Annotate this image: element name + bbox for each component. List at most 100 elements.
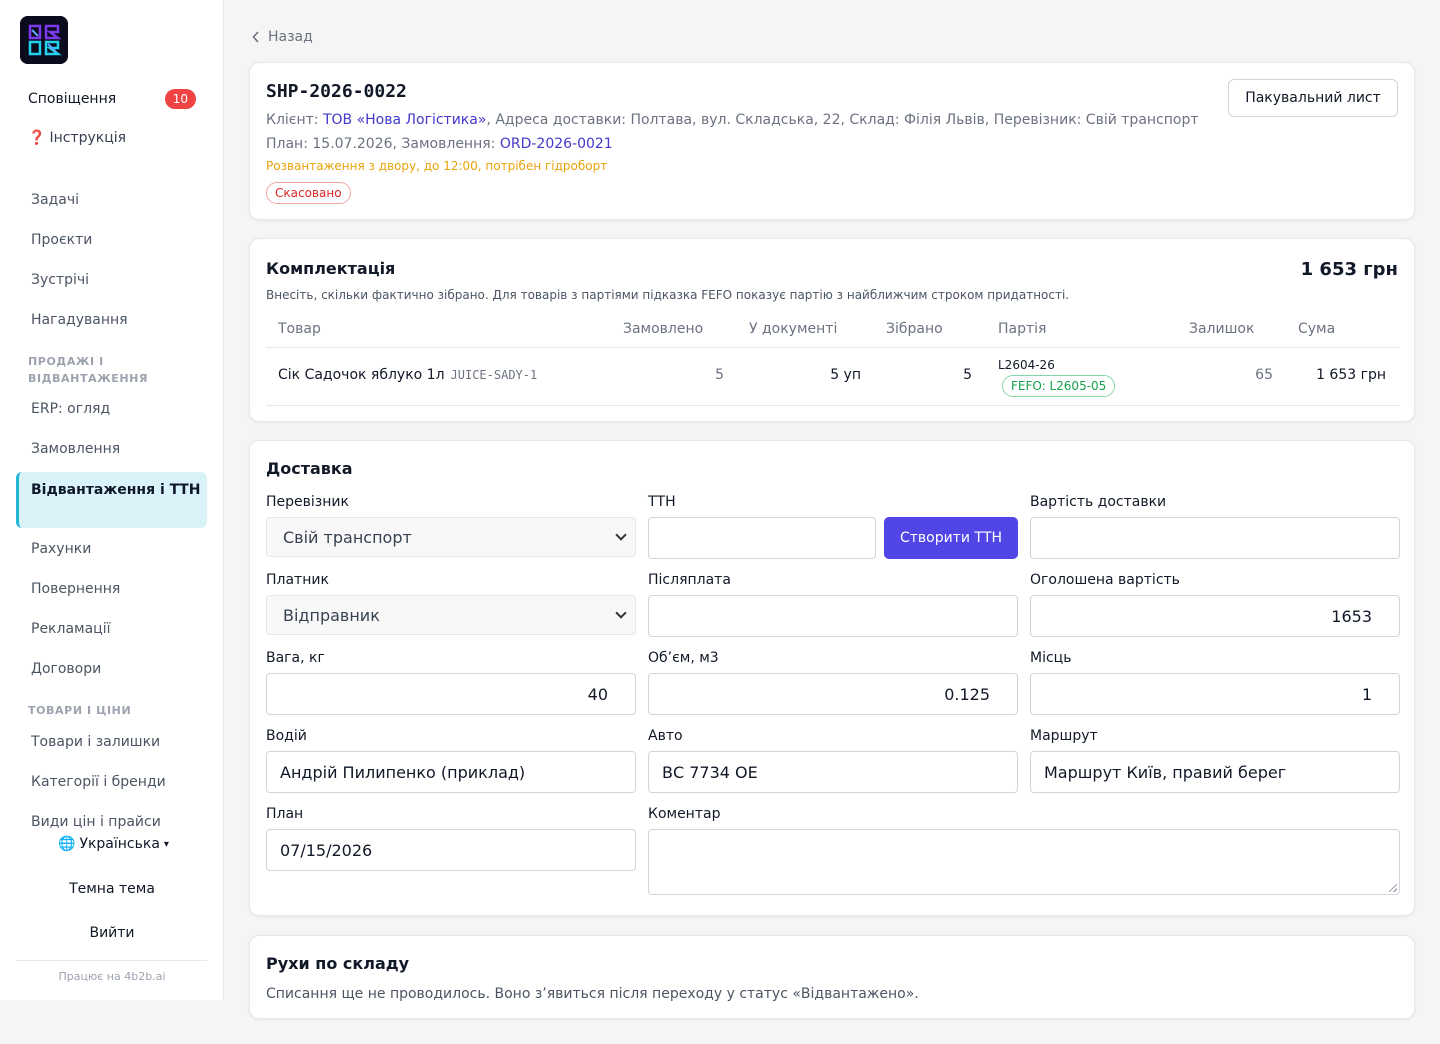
table-row-divider <box>266 405 1400 406</box>
sidebar-item-categories-brands[interactable]: Категорії і бренди <box>31 774 166 790</box>
fefo-badge: FEFO: L2605-05 <box>1002 375 1116 397</box>
notifications-link[interactable]: Сповіщення 10 <box>28 88 196 110</box>
shipment-meta-line: Клієнт: ТОВ «Нова Логістика», Адреса дос… <box>266 112 1199 128</box>
carrier-value: Свій транспорт <box>283 527 412 547</box>
driver-input[interactable]: Андрій Пилипенко (приклад) <box>266 751 636 793</box>
car-label: Авто <box>648 728 683 744</box>
volume-input[interactable]: 0.125 <box>648 673 1018 715</box>
client-link[interactable]: ТОВ «Нова Логістика» <box>323 112 486 128</box>
ordered-cell: 5 <box>715 367 724 383</box>
volume-label: Об’єм, м3 <box>648 650 719 666</box>
notifications-count-badge: 10 <box>164 89 196 109</box>
product-sku: JUICE-SADY-1 <box>450 368 538 382</box>
warehouse-moves-card: Рухи по складу Списання ще не проводилос… <box>249 935 1415 1019</box>
sidebar-divider <box>16 960 207 961</box>
shipment-details: , Адреса доставки: Полтава, вул. Складсь… <box>486 112 1199 128</box>
logout-button[interactable]: Вийти <box>0 925 224 941</box>
stock-cell: 65 <box>1255 367 1273 383</box>
table-header-divider <box>266 347 1400 348</box>
client-label: Клієнт: <box>266 112 319 128</box>
batch-cell: L2604-26 <box>998 358 1055 372</box>
product-cell: Сік Садочок яблуко 1л JUICE-SADY-1 <box>278 367 537 383</box>
picking-title: Комплектація <box>266 259 396 278</box>
payer-select[interactable]: Відправник <box>266 595 636 635</box>
instructions-link[interactable]: ❓ Інструкція <box>28 130 126 146</box>
status-badge: Скасовано <box>266 182 351 204</box>
notifications-label: Сповіщення <box>28 91 117 107</box>
column-header-ordered: Замовлено <box>623 321 704 337</box>
packing-list-button[interactable]: Пакувальний лист <box>1228 79 1398 117</box>
sidebar-item-claims[interactable]: Рекламації <box>31 621 111 637</box>
places-input[interactable]: 1 <box>1030 673 1400 715</box>
chevron-down-icon <box>615 607 627 619</box>
payer-value: Відправник <box>283 605 380 625</box>
sidebar-section-sales: ПРОДАЖІ І ВІДВАНТАЖЕННЯ <box>28 355 149 385</box>
plan-date-input[interactable]: 07/15/2026 <box>266 829 636 871</box>
sidebar-item-shipments[interactable]: Відвантаження і ТТН <box>16 472 207 528</box>
route-label: Маршрут <box>1030 728 1098 744</box>
sidebar-item-orders[interactable]: Замовлення <box>31 441 120 457</box>
ttn-input[interactable] <box>648 517 876 559</box>
declared-value-label: Оголошена вартість <box>1030 572 1180 588</box>
create-ttn-button[interactable]: Створити ТТН <box>884 517 1018 559</box>
question-icon: ❓ <box>28 130 46 146</box>
powered-by: Працює на 4b2b.ai <box>58 970 166 983</box>
carrier-select[interactable]: Свій транспорт <box>266 517 636 557</box>
column-header-picked: Зібрано <box>886 321 943 337</box>
resize-grip-icon[interactable] <box>1389 884 1397 892</box>
cod-label: Післяплата <box>648 572 731 588</box>
weight-input[interactable]: 40 <box>266 673 636 715</box>
in-document-cell: 5 уп <box>830 367 861 383</box>
ttn-label: ТТН <box>648 494 676 510</box>
column-header-in-document: У документі <box>749 321 838 337</box>
shipment-header-card: SHP-2026-0022 Клієнт: ТОВ «Нова Логістик… <box>249 62 1415 220</box>
warehouse-moves-title: Рухи по складу <box>266 954 410 973</box>
shipment-plan-line: План: 15.07.2026, Замовлення: ORD-2026-0… <box>266 136 613 152</box>
picking-total: 1 653 грн <box>1300 259 1398 280</box>
chevron-down-icon <box>615 529 627 541</box>
back-link[interactable]: Назад <box>252 29 313 45</box>
order-link[interactable]: ORD-2026-0021 <box>500 136 613 152</box>
sidebar-item-invoices[interactable]: Рахунки <box>31 541 91 557</box>
dark-theme-button[interactable]: Темна тема <box>0 881 224 897</box>
column-header-stock: Залишок <box>1189 321 1255 337</box>
sidebar-item-price-types[interactable]: Види цін і прайси <box>31 814 161 830</box>
route-input[interactable]: Маршрут Київ, правий берег <box>1030 751 1400 793</box>
sidebar-item-projects[interactable]: Проєкти <box>31 232 92 248</box>
delivery-card: Доставка Перевізник Свій транспорт ТТН С… <box>249 440 1415 916</box>
comment-label: Коментар <box>648 806 721 822</box>
sidebar-item-returns[interactable]: Повернення <box>31 581 120 597</box>
language-select[interactable]: 🌐 Українська ▾ <box>58 836 169 852</box>
places-label: Місць <box>1030 650 1072 666</box>
cod-input[interactable] <box>648 595 1018 637</box>
picking-hint: Внесіть, скільки фактично зібрано. Для т… <box>266 288 1070 302</box>
instructions-label: Інструкція <box>49 130 127 146</box>
carrier-label: Перевізник <box>266 494 349 510</box>
shipment-id: SHP-2026-0022 <box>266 81 407 102</box>
weight-label: Вага, кг <box>266 650 325 666</box>
car-input[interactable]: ВС 7734 ОЕ <box>648 751 1018 793</box>
picked-cell[interactable]: 5 <box>963 367 972 383</box>
column-header-product: Товар <box>278 321 321 337</box>
sidebar-item-meetings[interactable]: Зустрічі <box>31 272 89 288</box>
column-header-batch: Партія <box>998 321 1047 337</box>
comment-textarea[interactable] <box>648 829 1400 895</box>
shipment-note: Розвантаження з двору, до 12:00, потрібе… <box>266 159 608 173</box>
driver-label: Водій <box>266 728 307 744</box>
plan-label: План: 15.07.2026, Замовлення: <box>266 136 496 152</box>
warehouse-moves-text: Списання ще не проводилось. Воно з’явить… <box>266 986 919 1002</box>
sidebar: Сповіщення 10 ❓ Інструкція Задачі Проєкт… <box>0 0 224 1000</box>
delivery-cost-input[interactable] <box>1030 517 1400 559</box>
sidebar-item-contracts[interactable]: Договори <box>31 661 101 677</box>
caret-down-icon: ▾ <box>163 838 169 850</box>
app-logo[interactable] <box>20 16 68 64</box>
sidebar-item-reminders[interactable]: Нагадування <box>31 312 128 328</box>
declared-value-input[interactable]: 1653 <box>1030 595 1400 637</box>
sidebar-item-erp-overview[interactable]: ERP: огляд <box>31 401 110 417</box>
sidebar-item-products-stock[interactable]: Товари і залишки <box>31 734 160 750</box>
sidebar-section-goods: ТОВАРИ І ЦІНИ <box>28 704 132 717</box>
chevron-left-icon <box>252 31 259 43</box>
globe-icon: 🌐 <box>58 836 76 852</box>
sidebar-item-tasks[interactable]: Задачі <box>31 192 79 208</box>
sum-cell: 1 653 грн <box>1316 367 1386 383</box>
